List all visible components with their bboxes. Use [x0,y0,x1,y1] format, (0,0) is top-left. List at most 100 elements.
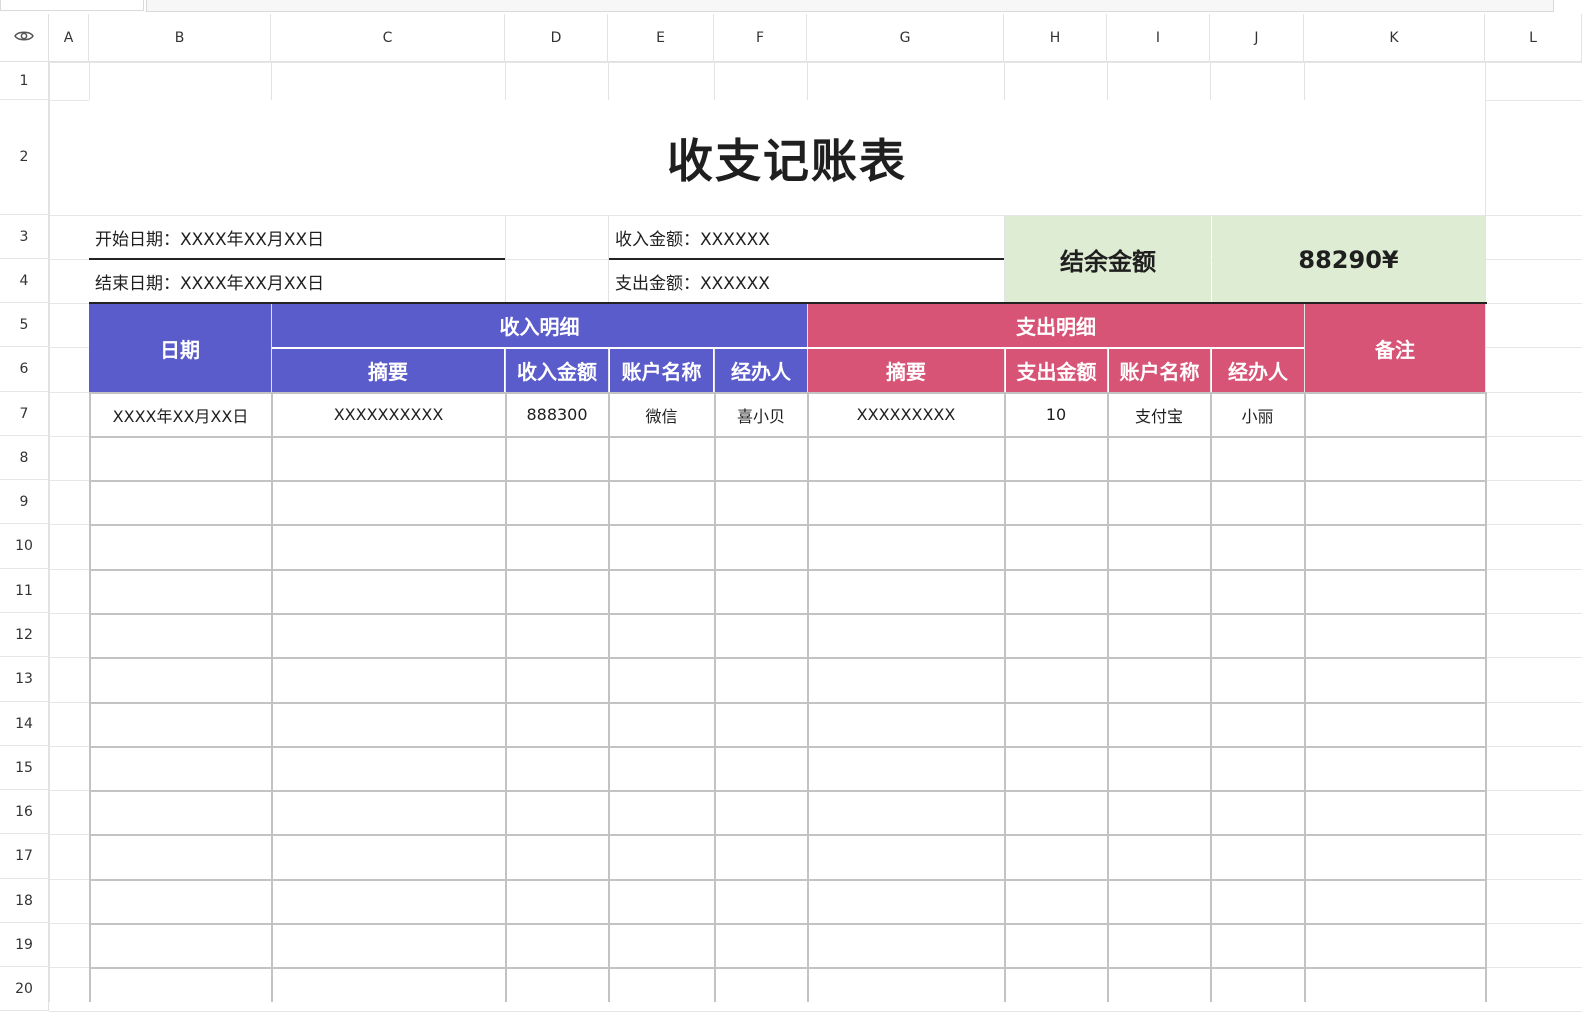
table-cell[interactable] [272,924,505,967]
table-cell[interactable] [1305,703,1485,746]
table-cell[interactable] [1005,525,1107,569]
row-header[interactable]: 16 [0,790,49,834]
row-header[interactable]: 12 [0,613,49,657]
table-cell[interactable] [1108,481,1210,524]
table-cell[interactable]: 小丽 [1211,393,1304,436]
table-cell[interactable] [272,835,505,879]
table-cell[interactable] [808,968,1004,1002]
table-cell[interactable] [1005,481,1107,524]
column-header[interactable]: E [608,14,714,62]
column-header[interactable]: C [271,14,505,62]
column-header[interactable]: F [714,14,807,62]
table-cell[interactable] [272,570,505,613]
table-cell[interactable] [1211,880,1304,923]
table-cell[interactable] [272,481,505,524]
table-cell[interactable] [506,570,608,613]
table-cell[interactable] [1108,791,1210,834]
table-cell[interactable] [808,570,1004,613]
table-cell[interactable] [506,658,608,702]
table-cell[interactable] [90,835,271,879]
table-cell[interactable] [1305,968,1485,1002]
table-cell[interactable] [1108,703,1210,746]
table-cell[interactable] [90,747,271,790]
table-cell[interactable] [1005,968,1107,1002]
table-cell[interactable] [90,658,271,702]
table-cell[interactable] [1211,791,1304,834]
row-header[interactable]: 3 [0,215,49,259]
table-cell[interactable] [1005,747,1107,790]
table-cell[interactable] [609,570,714,613]
table-cell[interactable] [1211,658,1304,702]
table-cell[interactable] [609,791,714,834]
table-cell[interactable] [1211,835,1304,879]
table-cell[interactable] [1005,658,1107,702]
table-cell[interactable] [1211,437,1304,480]
table-cell[interactable]: 喜小贝 [715,393,807,436]
table-cell[interactable] [1005,703,1107,746]
table-cell[interactable] [715,791,807,834]
row-header[interactable]: 11 [0,569,49,613]
table-cell[interactable] [1211,924,1304,967]
column-header[interactable]: K [1304,14,1485,62]
formula-bar[interactable] [146,0,1554,12]
table-cell[interactable]: 微信 [609,393,714,436]
column-header[interactable]: H [1004,14,1107,62]
table-cell[interactable] [1108,968,1210,1002]
table-cell[interactable]: XXXX年XX月XX日 [90,393,271,436]
table-cell[interactable] [1305,481,1485,524]
table-cell[interactable] [506,525,608,569]
table-cell[interactable] [715,747,807,790]
table-cell[interactable] [506,835,608,879]
table-cell[interactable] [1211,747,1304,790]
table-cell[interactable] [90,791,271,834]
table-cell[interactable] [506,791,608,834]
table-cell[interactable] [715,924,807,967]
table-cell[interactable] [715,968,807,1002]
table-cell[interactable] [1305,791,1485,834]
row-header[interactable]: 4 [0,259,49,303]
table-cell[interactable]: 支付宝 [1108,393,1210,436]
table-cell[interactable] [1211,968,1304,1002]
eye-icon[interactable] [14,28,34,47]
table-cell[interactable] [609,924,714,967]
table-cell[interactable] [715,614,807,657]
table-cell[interactable] [90,437,271,480]
table-cell[interactable] [1108,924,1210,967]
table-cell[interactable] [609,437,714,480]
table-cell[interactable] [506,437,608,480]
row-header[interactable]: 13 [0,657,49,702]
table-cell[interactable] [609,703,714,746]
table-cell[interactable] [1005,614,1107,657]
table-cell[interactable]: XXXXXXXXXX [272,393,505,436]
row-header[interactable]: 15 [0,746,49,790]
table-cell[interactable] [506,481,608,524]
table-cell[interactable] [90,703,271,746]
table-cell[interactable] [272,658,505,702]
table-cell[interactable] [609,614,714,657]
table-cell[interactable] [808,835,1004,879]
table-cell[interactable] [609,835,714,879]
table-cell[interactable] [808,481,1004,524]
row-header[interactable]: 6 [0,347,49,392]
table-cell[interactable]: XXXXXXXXX [808,393,1004,436]
table-cell[interactable] [808,880,1004,923]
row-header[interactable]: 9 [0,480,49,524]
table-cell[interactable] [90,924,271,967]
table-cell[interactable] [609,968,714,1002]
table-cell[interactable] [609,880,714,923]
row-header[interactable]: 19 [0,923,49,967]
table-cell[interactable] [1108,437,1210,480]
column-header[interactable]: B [89,14,271,62]
table-cell[interactable] [1005,570,1107,613]
table-cell[interactable] [506,880,608,923]
row-header[interactable]: 5 [0,303,49,347]
table-cell[interactable] [715,703,807,746]
table-cell[interactable] [609,747,714,790]
table-cell[interactable] [808,437,1004,480]
table-cell[interactable] [1005,835,1107,879]
column-header[interactable]: L [1485,14,1582,62]
table-cell[interactable] [715,437,807,480]
table-cell[interactable] [272,880,505,923]
table-cell[interactable] [1005,880,1107,923]
table-cell[interactable] [808,525,1004,569]
